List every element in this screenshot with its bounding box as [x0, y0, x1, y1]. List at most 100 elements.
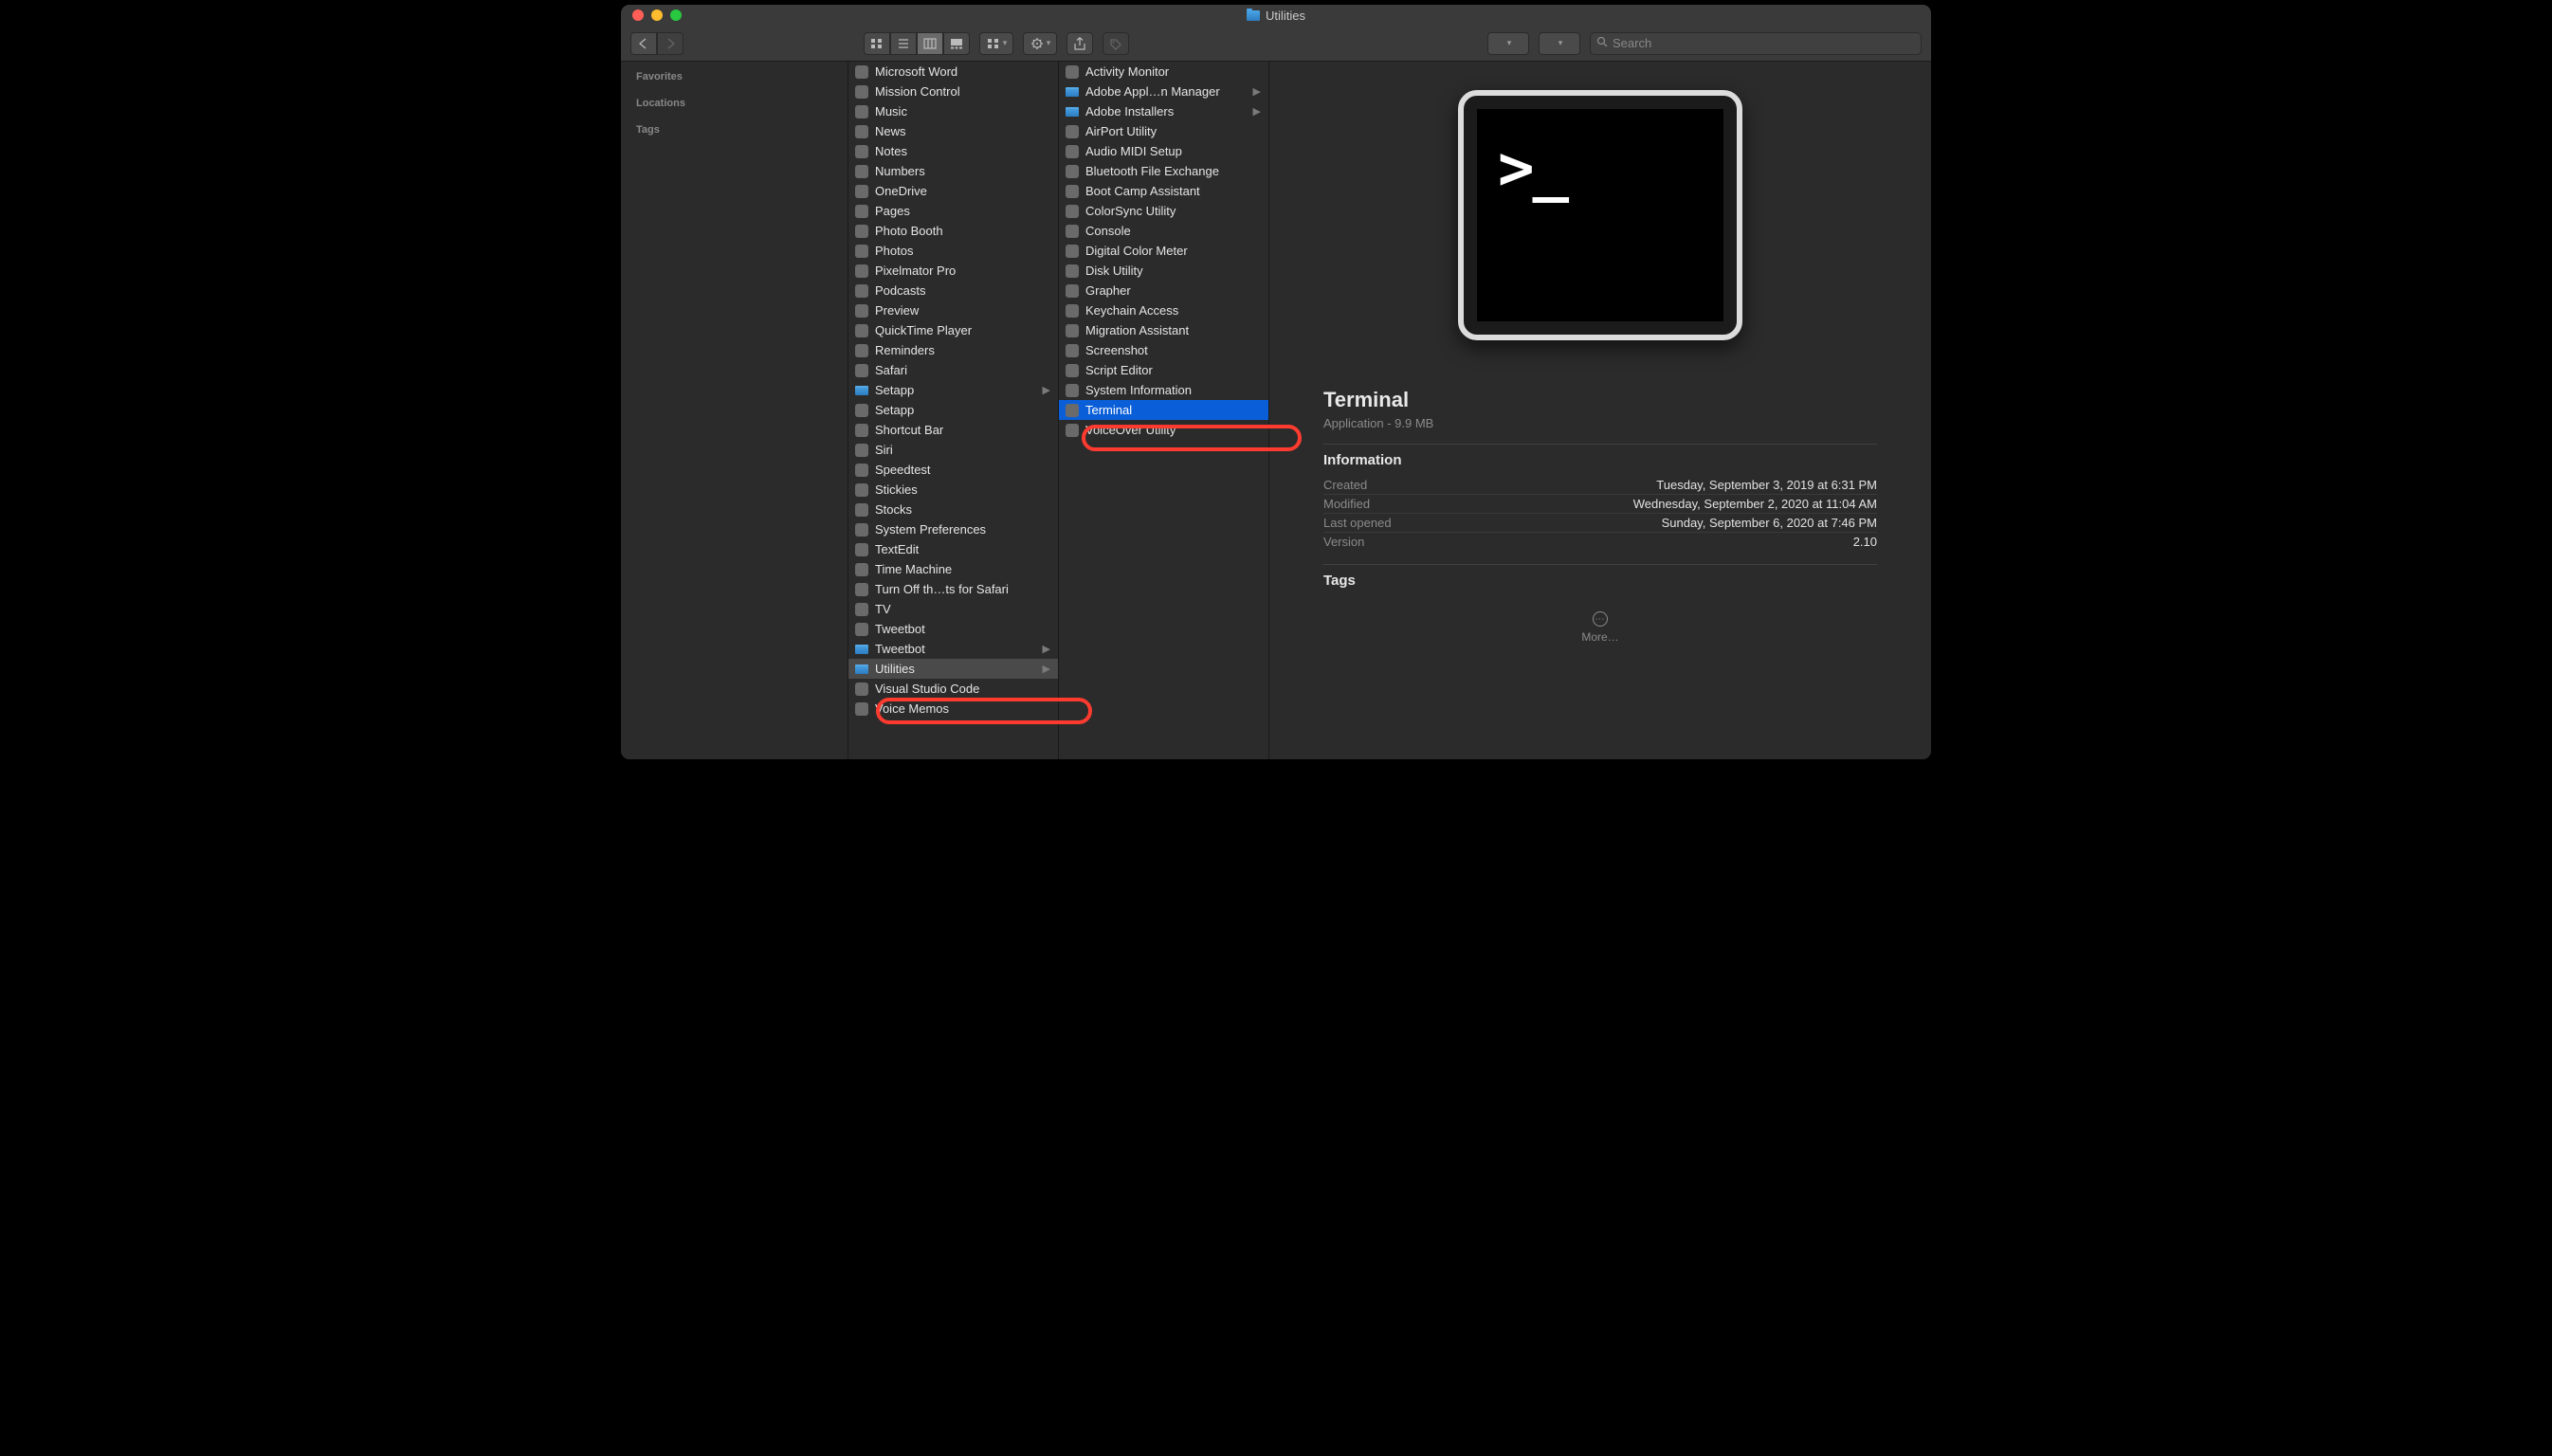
action-menu-button[interactable]: ▾: [1023, 32, 1057, 55]
app-icon: [1065, 224, 1080, 239]
utilities-item[interactable]: Terminal: [1059, 400, 1268, 420]
applications-item[interactable]: Music: [848, 101, 1058, 121]
search-input[interactable]: [1613, 36, 1915, 50]
applications-item[interactable]: Reminders: [848, 340, 1058, 360]
maximize-button[interactable]: [670, 9, 682, 21]
item-label: Pages: [875, 204, 1050, 218]
sidebar-section-favorites[interactable]: Favorites: [621, 67, 848, 86]
utilities-item[interactable]: Keychain Access: [1059, 300, 1268, 320]
utilities-item[interactable]: Bluetooth File Exchange: [1059, 161, 1268, 181]
applications-item[interactable]: Shortcut Bar: [848, 420, 1058, 440]
applications-item[interactable]: Pages: [848, 201, 1058, 221]
utilities-item[interactable]: Adobe Installers▶: [1059, 101, 1268, 121]
utilities-item[interactable]: Audio MIDI Setup: [1059, 141, 1268, 161]
applications-item[interactable]: Safari: [848, 360, 1058, 380]
app-icon: [854, 463, 869, 478]
sidebar-section-tags[interactable]: Tags: [621, 120, 848, 139]
item-label: Turn Off th…ts for Safari: [875, 582, 1050, 596]
utilities-item[interactable]: Activity Monitor: [1059, 62, 1268, 82]
column-applications[interactable]: Microsoft Word Mission ControlMusicNews No…: [848, 62, 1059, 759]
utilities-item[interactable]: ColorSync Utility: [1059, 201, 1268, 221]
applications-item[interactable]: Time Machine: [848, 559, 1058, 579]
applications-item[interactable]: Speedtest: [848, 460, 1058, 480]
applications-item[interactable]: QuickTime Player: [848, 320, 1058, 340]
utilities-item[interactable]: Disk Utility: [1059, 261, 1268, 281]
chevron-right-icon: ▶: [1253, 105, 1261, 118]
back-button[interactable]: [630, 32, 657, 55]
applications-item[interactable]: Tweetbot: [848, 619, 1058, 639]
columns-container: Microsoft Word Mission ControlMusicNews No…: [848, 62, 1931, 759]
arrange-button[interactable]: ▾: [979, 32, 1013, 55]
utilities-item[interactable]: System Information: [1059, 380, 1268, 400]
share-button[interactable]: [1066, 32, 1093, 55]
applications-item[interactable]: Notes: [848, 141, 1058, 161]
finder-window: Utilities: [620, 4, 1932, 760]
applications-item[interactable]: OneDrive: [848, 181, 1058, 201]
utilities-item[interactable]: AirPort Utility: [1059, 121, 1268, 141]
applications-item[interactable]: Turn Off th…ts for Safari: [848, 579, 1058, 599]
applications-item[interactable]: Photos: [848, 241, 1058, 261]
path-group-2: ▾: [1539, 32, 1580, 55]
item-label: Notes: [875, 144, 1050, 158]
applications-item[interactable]: Photo Booth: [848, 221, 1058, 241]
applications-item[interactable]: Visual Studio Code: [848, 679, 1058, 699]
close-button[interactable]: [632, 9, 644, 21]
list-view-button[interactable]: [890, 32, 917, 55]
applications-item[interactable]: Tweetbot▶: [848, 639, 1058, 659]
utilities-item[interactable]: Script Editor: [1059, 360, 1268, 380]
item-label: Microsoft Word: [875, 64, 1050, 79]
chevron-right-icon: ▶: [1043, 663, 1050, 675]
column-utilities[interactable]: Activity MonitorAdobe Appl…n Manager▶Ado…: [1059, 62, 1269, 759]
utilities-item[interactable]: Digital Color Meter: [1059, 241, 1268, 261]
search-field-wrap[interactable]: [1590, 32, 1922, 55]
item-label: TV: [875, 602, 1050, 616]
applications-item[interactable]: Setapp▶: [848, 380, 1058, 400]
item-label: Safari: [875, 363, 1050, 377]
applications-item[interactable]: Stocks: [848, 500, 1058, 519]
item-label: Pixelmator Pro: [875, 264, 1050, 278]
applications-item[interactable]: Stickies: [848, 480, 1058, 500]
path-dropdown-1[interactable]: ▾: [1487, 32, 1529, 55]
folder-icon: [854, 642, 869, 657]
column-view-button[interactable]: [917, 32, 943, 55]
applications-item[interactable]: Numbers: [848, 161, 1058, 181]
applications-item[interactable]: Utilities▶: [848, 659, 1058, 679]
utilities-item[interactable]: Boot Camp Assistant: [1059, 181, 1268, 201]
item-label: Voice Memos: [875, 701, 1050, 716]
utilities-item[interactable]: Migration Assistant: [1059, 320, 1268, 340]
utilities-item[interactable]: VoiceOver Utility: [1059, 420, 1268, 440]
applications-item[interactable]: Siri: [848, 440, 1058, 460]
minimize-button[interactable]: [651, 9, 663, 21]
applications-item[interactable]: Preview: [848, 300, 1058, 320]
finder-body: Favorites Locations Tags Microsoft WordM…: [621, 62, 1931, 759]
information-heading: Information: [1323, 444, 1877, 476]
applications-item[interactable]: Podcasts: [848, 281, 1058, 300]
path-dropdown-2[interactable]: ▾: [1539, 32, 1580, 55]
sidebar-section-locations[interactable]: Locations: [621, 94, 848, 113]
info-value: 2.10: [1853, 535, 1877, 549]
item-label: Keychain Access: [1085, 303, 1261, 318]
applications-item[interactable]: Setapp: [848, 400, 1058, 420]
app-icon: [854, 682, 869, 697]
more-control[interactable]: ⋯ More…: [1323, 611, 1877, 644]
icon-view-button[interactable]: [864, 32, 890, 55]
utilities-item[interactable]: Adobe Appl…n Manager▶: [1059, 82, 1268, 101]
info-key: Created: [1323, 478, 1367, 492]
utilities-item[interactable]: Grapher: [1059, 281, 1268, 300]
preview-column: >_ Terminal Application - 9.9 MB Informa…: [1269, 62, 1931, 759]
gallery-view-button[interactable]: [943, 32, 970, 55]
applications-item[interactable]: News: [848, 121, 1058, 141]
forward-button[interactable]: [657, 32, 684, 55]
info-row: Last openedSunday, September 6, 2020 at …: [1323, 513, 1877, 532]
utilities-item[interactable]: Console: [1059, 221, 1268, 241]
applications-item[interactable]: Mission Control: [848, 82, 1058, 101]
tags-button[interactable]: [1103, 32, 1129, 55]
applications-item[interactable]: Pixelmator Pro: [848, 261, 1058, 281]
applications-item[interactable]: Microsoft Word: [848, 62, 1058, 82]
applications-item[interactable]: Voice Memos: [848, 699, 1058, 719]
item-label: Screenshot: [1085, 343, 1261, 357]
applications-item[interactable]: TV: [848, 599, 1058, 619]
applications-item[interactable]: TextEdit: [848, 539, 1058, 559]
applications-item[interactable]: System Preferences: [848, 519, 1058, 539]
utilities-item[interactable]: Screenshot: [1059, 340, 1268, 360]
